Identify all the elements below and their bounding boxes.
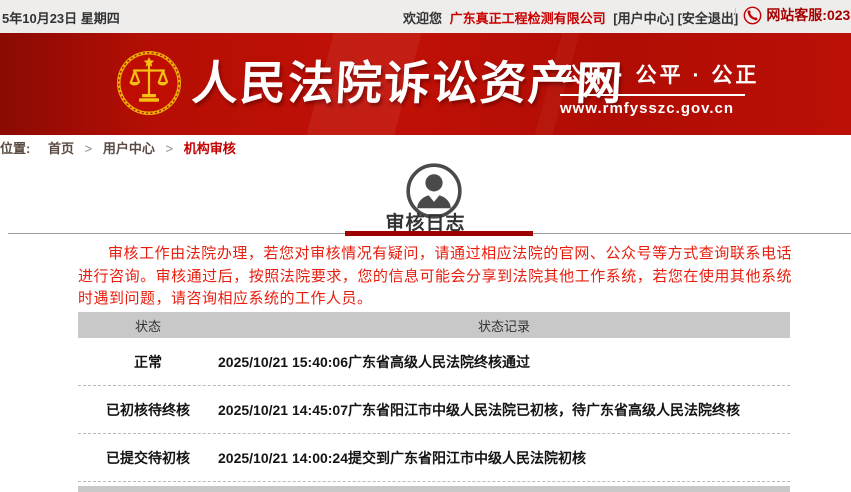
top-utility-bar: 5年10月23日 星期四 欢迎您 广东真正工程检测有限公司 [用户中心] [安全… [0,0,851,33]
record-cell: 2025/10/21 14:45:07广东省阳江市中级人民法院已初核，待广东省高… [218,401,740,418]
current-date: 5年10月23日 星期四 [2,11,120,26]
breadcrumb-home-link[interactable]: 首页 [48,141,74,156]
welcome-prefix: 欢迎您 [403,11,443,26]
status-cell: 正常 [134,353,162,370]
logout-link[interactable]: [安全退出] [678,11,739,26]
status-cell: 已初核待终核 [106,401,190,418]
user-center-link[interactable]: [用户中心] [613,11,674,26]
company-name-link[interactable]: 广东真正工程检测有限公司 [450,11,606,26]
audit-log-table: 状态 状态记录 正常 2025/10/21 15:40:06广东省高级人民法院终… [78,312,790,492]
table-row: 正常 2025/10/21 15:40:06广东省高级人民法院终核通过 [78,338,790,386]
slogan-text: 公开 · 公平 · 公正 [560,59,756,96]
record-cell: 2025/10/21 15:40:06广东省高级人民法院终核通过 [218,353,530,370]
page: 5年10月23日 星期四 欢迎您 广东真正工程检测有限公司 [用户中心] [安全… [0,0,851,492]
table-row: 已初核待终核 2025/10/21 14:45:07广东省阳江市中级人民法院已初… [78,386,790,434]
site-banner: 人民法院诉讼资产网 公开 · 公平 · 公正 www.rmfysszc.gov.… [0,33,851,135]
status-cell: 已提交待初核 [106,449,190,466]
welcome-area: 欢迎您 广东真正工程检测有限公司 [用户中心] [安全退出] [403,8,738,27]
breadcrumb-separator: > [84,141,93,156]
phone-icon [743,6,762,24]
court-emblem-logo [117,51,181,115]
breadcrumb-user-center-link[interactable]: 用户中心 [103,141,155,156]
column-header-record: 状态记录 [477,318,530,334]
column-header-status: 状态 [134,318,161,334]
breadcrumb-current-page: 机构审核 [183,141,236,156]
title-divider-accent [345,231,533,236]
audit-notice-text: 审核工作由法院办理，若您对审核情况有疑问，请通过相应法院的官网、公众号等方式查询… [78,245,792,307]
banner-slogan-block: 公开 · 公平 · 公正 www.rmfysszc.gov.cn [560,59,756,117]
record-cell: 2025/10/21 14:00:24提交到广东省阳江市中级人民法院初核 [218,449,586,466]
hotline-number: 网站客服:023- [766,7,851,23]
table-row: 已提交待初核 2025/10/21 14:00:24提交到广东省阳江市中级人民法… [78,434,790,482]
breadcrumb-label: 位置: [0,141,31,156]
site-url: www.rmfysszc.gov.cn [560,100,735,117]
breadcrumb-separator: > [165,141,174,156]
table-footer-bar [78,486,790,492]
hotline-area: 网站客服:023- [735,5,851,25]
table-header-row: 状态 状态记录 [78,312,790,338]
breadcrumb: 位置: 首页 > 用户中心 > 机构审核 [0,135,851,162]
